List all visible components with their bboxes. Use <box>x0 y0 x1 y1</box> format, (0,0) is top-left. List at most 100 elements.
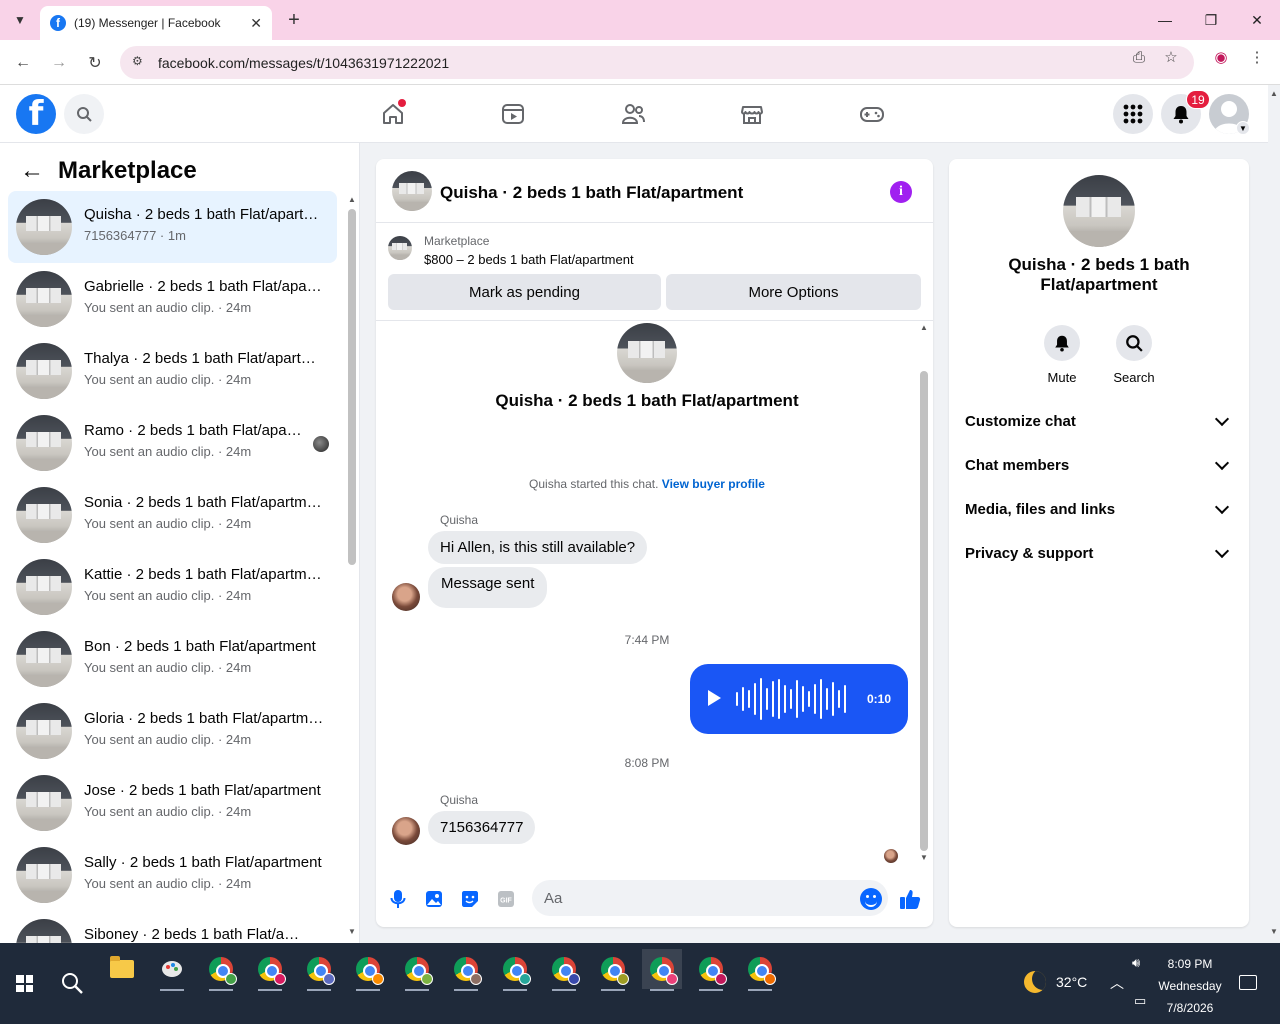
conversation-item[interactable]: Ramo · 2 beds 1 bath Flat/apartment You … <box>8 407 337 479</box>
scrollbar-thumb[interactable] <box>920 371 928 851</box>
taskbar-search-icon[interactable] <box>60 971 84 995</box>
message-bubble[interactable]: 7156364777 <box>428 811 536 844</box>
chat-members-section[interactable]: Chat members <box>957 445 1241 485</box>
more-options-button[interactable]: More Options <box>666 274 921 310</box>
scroll-down-icon[interactable]: ▼ <box>920 853 928 862</box>
chrome-profile-icon[interactable] <box>299 949 339 991</box>
emoji-icon[interactable] <box>860 888 882 910</box>
privacy-support-section[interactable]: Privacy & support <box>957 533 1241 573</box>
action-center-icon[interactable] <box>1239 975 1257 990</box>
restore-icon[interactable]: ❐ <box>1196 8 1226 32</box>
mute-button[interactable]: Mute <box>1032 325 1092 385</box>
scroll-down-icon[interactable]: ▼ <box>348 927 356 936</box>
chrome-profile-icon[interactable] <box>250 949 290 991</box>
marketplace-nav-button[interactable] <box>737 99 767 129</box>
conversation-item[interactable]: Quisha · 2 beds 1 bath Flat/apartment 71… <box>8 191 337 263</box>
file-explorer-icon[interactable] <box>102 949 142 989</box>
sender-avatar[interactable] <box>392 583 420 611</box>
conversation-item[interactable]: Jose · 2 beds 1 bath Flat/apartment You … <box>8 767 337 839</box>
network-icon[interactable]: ▭ <box>1134 993 1146 1009</box>
back-icon[interactable]: ← <box>10 50 36 76</box>
browser-menu-icon[interactable]: ⋮ <box>1248 48 1266 66</box>
reload-icon[interactable]: ↻ <box>82 50 108 76</box>
page-scrollbar[interactable]: ▲ ▼ <box>1268 85 1280 943</box>
chrome-profile-icon[interactable] <box>201 949 241 991</box>
conversation-list-scrollbar[interactable]: ▲ ▼ <box>345 193 357 938</box>
facebook-search-button[interactable] <box>64 94 104 134</box>
like-button[interactable] <box>899 888 921 910</box>
media-files-links-section[interactable]: Media, files and links <box>957 489 1241 529</box>
chrome-profile-icon[interactable] <box>740 949 780 991</box>
chrome-profile-icon[interactable] <box>593 949 633 991</box>
volume-icon[interactable]: 🔊︎ <box>1132 955 1140 971</box>
forward-icon[interactable]: → <box>46 50 72 76</box>
listing-price[interactable]: $800 – 2 beds 1 bath Flat/apartment <box>424 252 634 267</box>
conversation-item[interactable]: Bon · 2 beds 1 bath Flat/apartment You s… <box>8 623 337 695</box>
menu-grid-button[interactable] <box>1113 94 1153 134</box>
conversation-item[interactable]: Sonia · 2 beds 1 bath Flat/apartment You… <box>8 479 337 551</box>
customize-chat-section[interactable]: Customize chat <box>957 401 1241 441</box>
profile-icon[interactable]: ◉ <box>1212 48 1230 66</box>
chrome-profile-icon[interactable] <box>544 949 584 991</box>
new-tab-button[interactable]: + <box>282 8 306 32</box>
microphone-button[interactable] <box>387 888 409 910</box>
play-icon[interactable] <box>708 690 721 706</box>
listing-thumbnail[interactable] <box>388 236 412 260</box>
scroll-up-icon[interactable]: ▲ <box>1270 89 1278 98</box>
chat-title[interactable]: Quisha · 2 beds 1 bath Flat/apartment <box>440 183 743 203</box>
bookmark-star-icon[interactable]: ☆ <box>1162 48 1180 66</box>
mark-as-pending-button[interactable]: Mark as pending <box>388 274 661 310</box>
sticker-button[interactable] <box>459 888 481 910</box>
audio-clip-bubble[interactable]: 0:10 <box>690 664 908 734</box>
paint-app-icon[interactable] <box>152 949 192 991</box>
attach-photo-button[interactable] <box>423 888 445 910</box>
scrollbar-thumb[interactable] <box>348 209 356 565</box>
conversation-item[interactable]: Siboney · 2 beds 1 bath Flat/apartment <box>8 911 337 943</box>
tab-search-icon[interactable]: ▼ <box>8 8 32 32</box>
conversation-item[interactable]: Sally · 2 beds 1 bath Flat/apartment You… <box>8 839 337 911</box>
chat-thumbnail[interactable] <box>392 171 432 211</box>
message-bubble[interactable]: Message sent <box>428 567 548 608</box>
url-field[interactable]: ⚙ facebook.com/messages/t/10436319712220… <box>120 46 1194 79</box>
scroll-up-icon[interactable]: ▲ <box>348 195 356 204</box>
taskbar-clock[interactable]: 8:09 PM Wednesday 7/8/2026 <box>1150 953 1230 1019</box>
search-in-chat-button[interactable]: Search <box>1104 325 1164 385</box>
message-bubble[interactable]: Hi Allen, is this still available? <box>428 531 648 564</box>
chrome-profile-icon[interactable] <box>348 949 388 991</box>
gif-button[interactable]: GIF <box>495 888 517 910</box>
chrome-profile-icon[interactable] <box>691 949 731 991</box>
view-buyer-profile-link[interactable]: View buyer profile <box>662 477 765 491</box>
chat-scrollbar[interactable]: ▲ ▼ <box>918 323 930 863</box>
close-tab-icon[interactable]: ✕ <box>250 15 262 32</box>
scroll-down-icon[interactable]: ▼ <box>1270 927 1278 936</box>
chrome-profile-icon[interactable] <box>642 949 682 991</box>
friends-nav-button[interactable] <box>618 99 648 129</box>
facebook-logo-icon[interactable]: f <box>16 94 56 134</box>
conversation-item[interactable]: Gloria · 2 beds 1 bath Flat/apartment Yo… <box>8 695 337 767</box>
chrome-profile-icon[interactable] <box>397 949 437 991</box>
chrome-profile-icon[interactable] <box>446 949 486 991</box>
info-icon[interactable]: i <box>890 181 912 203</box>
sender-avatar[interactable] <box>392 817 420 845</box>
home-nav-button[interactable] <box>378 99 408 129</box>
minimize-icon[interactable]: — <box>1150 8 1180 32</box>
listing-thumbnail[interactable] <box>1063 175 1135 247</box>
message-input[interactable]: Aa <box>532 880 888 916</box>
conversation-item[interactable]: Thalya · 2 beds 1 bath Flat/apartment Yo… <box>8 335 337 407</box>
waveform[interactable] <box>736 678 848 720</box>
gaming-nav-button[interactable] <box>857 99 887 129</box>
windows-start-icon[interactable] <box>16 975 33 992</box>
install-app-icon[interactable]: ⎙ <box>1130 48 1148 66</box>
video-nav-button[interactable] <box>498 99 528 129</box>
site-settings-icon[interactable]: ⚙ <box>132 54 148 70</box>
browser-tab[interactable]: f (19) Messenger | Facebook ✕ <box>40 6 272 40</box>
account-caret-icon[interactable]: ▼ <box>1236 121 1250 135</box>
chrome-profile-icon[interactable] <box>495 949 535 991</box>
scroll-up-icon[interactable]: ▲ <box>920 323 928 332</box>
back-arrow-icon[interactable]: ← <box>20 157 44 185</box>
close-window-icon[interactable]: ✕ <box>1242 8 1272 32</box>
conversation-item[interactable]: Gabrielle · 2 beds 1 bath Flat/apartment… <box>8 263 337 335</box>
weather-widget[interactable]: 32°C <box>1024 971 1087 993</box>
tray-expand-icon[interactable]: ︿ <box>1110 973 1124 993</box>
conversation-item[interactable]: Kattie · 2 beds 1 bath Flat/apartment Yo… <box>8 551 337 623</box>
